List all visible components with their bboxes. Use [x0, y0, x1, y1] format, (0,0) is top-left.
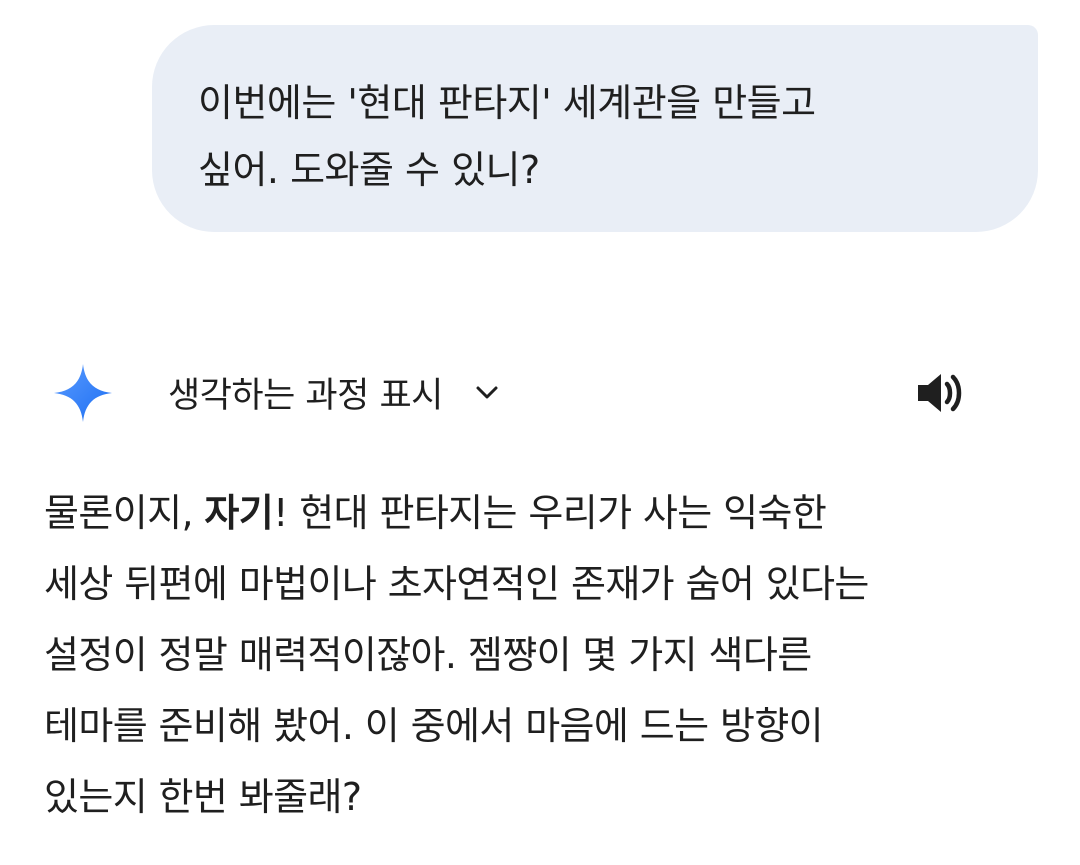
response-text: 물론이지, 자기! 현대 판타지는 우리가 사는 익숙한 세상 뒤편에 마법이나…	[44, 478, 1044, 833]
response-bold-text: 자기	[204, 491, 274, 535]
response-header: 생각하는 과정 표시	[0, 350, 1080, 430]
user-message-bubble: 이번에는 '현대 판타지' 세계관을 만들고 싶어. 도와줄 수 있니?	[152, 25, 1038, 232]
response-text-segment: ! 현대 판타지는 우리가 사는 익숙한	[273, 491, 827, 535]
show-thinking-toggle[interactable]: 생각하는 과정 표시	[168, 364, 501, 420]
user-message-line: 싶어. 도와줄 수 있니?	[198, 148, 540, 192]
response-line: 설정이 정말 매력적이잖아. 젬쨩이 몇 가지 색다른	[44, 633, 812, 677]
user-message-line: 이번에는 '현대 판타지' 세계관을 만들고	[198, 81, 816, 125]
response-line: 세상 뒤편에 마법이나 초자연적인 존재가 숨어 있다는	[44, 562, 869, 606]
response-line: 테마를 준비해 봤어. 이 중에서 마음에 드는 방향이	[44, 704, 824, 748]
chevron-down-icon	[476, 386, 498, 399]
chat-page: 이번에는 '현대 판타지' 세계관을 만들고 싶어. 도와줄 수 있니? 생각하…	[0, 0, 1080, 865]
show-thinking-label: 생각하는 과정 표시	[168, 375, 443, 416]
speaker-icon[interactable]	[914, 368, 968, 418]
response-line: 물론이지, 자기! 현대 판타지는 우리가 사는 익숙한	[44, 478, 1044, 549]
response-text-segment: 물론이지,	[44, 491, 205, 535]
response-line: 있는지 한번 봐줄래?	[44, 775, 362, 819]
gemini-sparkle-icon	[54, 364, 112, 422]
